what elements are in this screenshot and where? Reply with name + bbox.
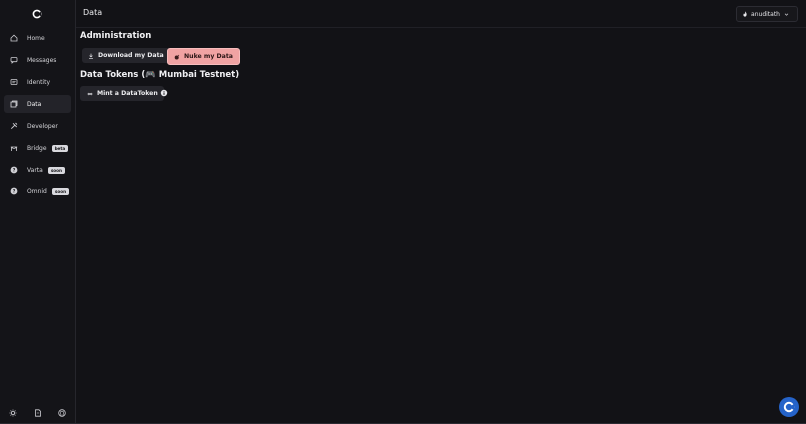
identity-icon — [10, 78, 18, 86]
beta-badge: beta — [51, 144, 69, 152]
bridge-icon — [10, 144, 18, 152]
sidebar-item-label: Bridge — [27, 144, 47, 152]
messages-icon — [10, 56, 18, 64]
nuke-data-button[interactable]: Nuke my Data — [167, 48, 240, 65]
mint-datatoken-label: Mint a DataToken — [97, 90, 158, 97]
data-tokens-heading: Data Tokens (🎮 Mumbai Testnet) — [80, 70, 240, 80]
sidebar-item-label: Home — [27, 34, 45, 42]
sidebar-item-data[interactable]: Data — [4, 95, 71, 113]
floating-app-button[interactable] — [779, 397, 799, 417]
user-menu-button[interactable]: anuditath — [736, 6, 798, 22]
sidebar-item-omnid[interactable]: ? Omnid soon — [4, 182, 71, 200]
sidebar-item-identity[interactable]: Identity — [4, 73, 71, 91]
user-name: anuditath — [751, 10, 780, 18]
fire-icon — [743, 11, 747, 17]
home-icon — [10, 34, 18, 42]
bomb-icon — [174, 54, 180, 59]
sidebar: Home Messages Identity Data Developer Br… — [0, 0, 76, 424]
download-icon — [89, 53, 93, 59]
sidebar-item-label: Messages — [27, 56, 57, 64]
soon-badge: soon — [51, 187, 70, 195]
download-data-label: Download my Data — [98, 52, 164, 59]
sidebar-item-label: Identity — [27, 78, 50, 86]
top-bar: Data anuditath — [76, 0, 806, 28]
sidebar-item-label: Omnid — [27, 187, 47, 195]
sidebar-item-label: Data — [27, 100, 42, 108]
sidebar-item-home[interactable]: Home — [4, 29, 71, 47]
data-icon — [10, 100, 18, 108]
nuke-data-label: Nuke my Data — [184, 53, 233, 60]
sun-icon[interactable] — [8, 408, 18, 418]
sidebar-item-bridge[interactable]: Bridge beta — [4, 139, 71, 157]
svg-text:?: ? — [13, 189, 16, 195]
sidebar-item-varta[interactable]: ? Varta soon — [4, 161, 71, 179]
page-title: Data — [83, 8, 103, 17]
sidebar-item-label: Developer — [27, 122, 58, 130]
mint-datatoken-button[interactable]: Mint a DataToken — [80, 86, 164, 101]
soon-badge: soon — [47, 166, 66, 174]
info-icon[interactable] — [160, 89, 168, 97]
app-logo-icon — [783, 401, 795, 413]
github-icon[interactable] — [57, 408, 67, 418]
svg-text:?: ? — [13, 168, 16, 174]
developer-icon — [10, 122, 18, 130]
download-data-button[interactable]: Download my Data — [82, 48, 170, 63]
sidebar-item-label: Varta — [27, 166, 43, 174]
sidebar-item-messages[interactable]: Messages — [4, 51, 71, 69]
help-icon: ? — [10, 166, 18, 174]
document-icon[interactable] — [33, 408, 43, 418]
help-icon: ? — [10, 187, 18, 195]
administration-heading: Administration — [80, 31, 152, 41]
sidebar-item-developer[interactable]: Developer — [4, 117, 71, 135]
infinity-icon — [87, 92, 93, 95]
app-logo-icon[interactable] — [32, 9, 42, 19]
chevron-down-icon — [784, 13, 789, 16]
